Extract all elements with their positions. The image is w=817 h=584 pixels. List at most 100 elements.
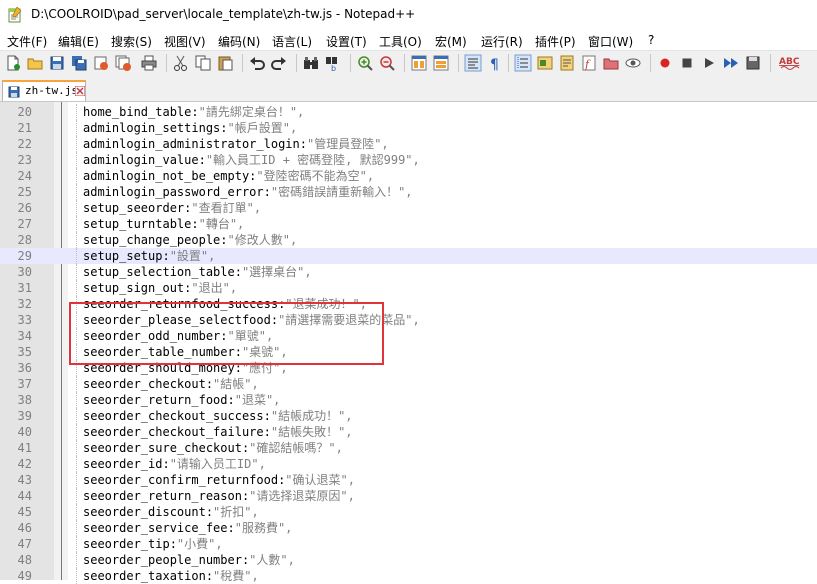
redo-icon[interactable] [270,54,288,72]
menu-search[interactable]: 搜索(S) [111,33,152,50]
code-line[interactable]: 42 seeorder_id:"请输入员工ID", [0,456,817,472]
show-all-chars-icon[interactable]: ¶ [486,54,504,72]
menu-view[interactable]: 视图(V) [164,33,206,50]
code-text: seeorder_tip:"小費", [83,536,223,552]
record-macro-icon[interactable] [656,54,674,72]
toolbar-separator [296,54,297,72]
code-text: seeorder_return_reason:"请选择退菜原因", [83,488,355,504]
menu-tools[interactable]: 工具(O) [379,33,422,50]
zoom-in-icon[interactable] [356,54,374,72]
sync-vertical-icon[interactable] [410,54,428,72]
function-list-icon[interactable]: f [580,54,598,72]
code-text: setup_setup:"設置", [83,248,215,264]
code-line[interactable]: 22 adminlogin_administrator_login:"管理員登陸"… [0,136,817,152]
code-line[interactable]: 48 seeorder_people_number:"人數", [0,552,817,568]
code-line[interactable]: 25 adminlogin_password_error:"密碼錯誤請重新輸入！"… [0,184,817,200]
code-text: setup_seeorder:"查看訂單", [83,200,261,216]
code-text: seeorder_service_fee:"服務費", [83,520,292,536]
code-text: adminlogin_administrator_login:"管理員登陸", [83,136,389,152]
toolbar-separator [508,54,509,72]
menu-window[interactable]: 窗口(W) [588,33,633,50]
replace-icon[interactable]: b [324,54,342,72]
menu-run[interactable]: 运行(R) [481,33,523,50]
code-line[interactable]: 44 seeorder_return_reason:"请选择退菜原因", [0,488,817,504]
code-line[interactable]: 46 seeorder_service_fee:"服務費", [0,520,817,536]
code-line[interactable]: 24 adminlogin_not_be_empty:"登陸密碼不能為空", [0,168,817,184]
open-file-icon[interactable] [26,54,44,72]
line-number: 24 [17,169,32,183]
code-line[interactable]: 26 setup_seeorder:"查看訂單", [0,200,817,216]
code-line[interactable]: 40 seeorder_checkout_failure:"結帳失敗！", [0,424,817,440]
print-icon[interactable] [140,54,158,72]
code-line[interactable]: 23 adminlogin_value:"輸入員工ID + 密碼登陸, 默認999… [0,152,817,168]
indent-guide [76,568,77,584]
spell-check-icon[interactable]: ABC [778,54,802,72]
object-key: seeorder_sure_checkout: [83,441,250,455]
code-line[interactable]: 20 home_bind_table:"請先綁定桌台！", [0,104,817,120]
indent-guide-icon[interactable] [514,54,532,72]
code-line[interactable]: 21 adminlogin_settings:"帳戶設置", [0,120,817,136]
code-line[interactable]: 27 setup_turntable:"轉台", [0,216,817,232]
copy-icon[interactable] [194,54,212,72]
indent-guide [76,552,77,568]
menu-encoding[interactable]: 编码(N) [218,33,260,50]
string-value: "折扣", [213,505,259,519]
zoom-out-icon[interactable] [378,54,396,72]
doc-map-icon[interactable] [558,54,576,72]
string-value: "結帳成功！", [270,409,353,423]
code-line[interactable]: 47 seeorder_tip:"小費", [0,536,817,552]
code-line[interactable]: 38 seeorder_return_food:"退菜", [0,392,817,408]
menu-plugins[interactable]: 插件(P) [535,33,576,50]
sync-horizontal-icon[interactable] [432,54,450,72]
code-line[interactable]: 29 setup_setup:"設置", [0,248,817,264]
undo-icon[interactable] [248,54,266,72]
object-key: setup_seeorder: [83,201,192,215]
close-all-icon[interactable] [114,54,132,72]
line-number: 30 [17,265,32,279]
toolbar-separator [458,54,459,72]
tab-zh-tw-js[interactable]: zh-tw.js [2,80,86,101]
paste-icon[interactable] [216,54,234,72]
save-icon[interactable] [48,54,66,72]
monitor-icon[interactable] [624,54,642,72]
menu-help[interactable]: ? [648,33,654,47]
menu-macro[interactable]: 宏(M) [435,33,467,50]
play-macro-icon[interactable] [700,54,718,72]
code-line[interactable]: 39 seeorder_checkout_success:"結帳成功！", [0,408,817,424]
code-line[interactable]: 45 seeorder_discount:"折扣", [0,504,817,520]
new-file-icon[interactable] [4,54,22,72]
object-key: seeorder_discount: [83,505,214,519]
code-line[interactable]: 28 setup_change_people:"修改人數", [0,232,817,248]
code-line[interactable]: 43 seeorder_confirm_returnfood:"确认退菜", [0,472,817,488]
menu-settings[interactable]: 设置(T) [326,33,367,50]
run-macro-multiple-icon[interactable] [722,54,740,72]
stop-record-icon[interactable] [678,54,696,72]
menu-file[interactable]: 文件(F) [7,33,47,50]
close-icon[interactable] [92,54,110,72]
menu-edit[interactable]: 编辑(E) [58,33,99,50]
save-all-icon[interactable] [70,54,88,72]
line-number: 33 [17,313,32,327]
code-editor[interactable]: 20 home_bind_table:"請先綁定桌台！", 21 adminlogin… [0,102,817,584]
code-line[interactable]: 49 seeorder_taxation:"稅費", [0,568,817,584]
word-wrap-icon[interactable] [464,54,482,72]
string-value: "退出", [191,281,238,295]
code-line[interactable]: 31 setup_sign_out:"退出", [0,280,817,296]
string-value: "帳戶設置", [227,121,298,135]
cut-icon[interactable] [172,54,190,72]
close-tab-icon[interactable] [75,86,85,96]
user-lang-icon[interactable] [536,54,554,72]
code-line[interactable]: 30 setup_selection_table:"選擇桌台", [0,264,817,280]
code-line[interactable]: 37 seeorder_checkout:"結帳", [0,376,817,392]
menu-language[interactable]: 语言(L) [272,33,312,50]
find-icon[interactable] [302,54,320,72]
line-number: 49 [17,569,32,583]
line-number: 25 [17,185,32,199]
code-line[interactable]: 41 seeorder_sure_checkout:"確認結帳嗎？", [0,440,817,456]
object-key: seeorder_id: [83,457,170,471]
line-number: 35 [17,345,32,359]
svg-text:ABC: ABC [779,57,800,67]
folder-workspace-icon[interactable] [602,54,620,72]
code-text: setup_turntable:"轉台", [83,216,244,232]
save-macro-icon[interactable] [744,54,762,72]
